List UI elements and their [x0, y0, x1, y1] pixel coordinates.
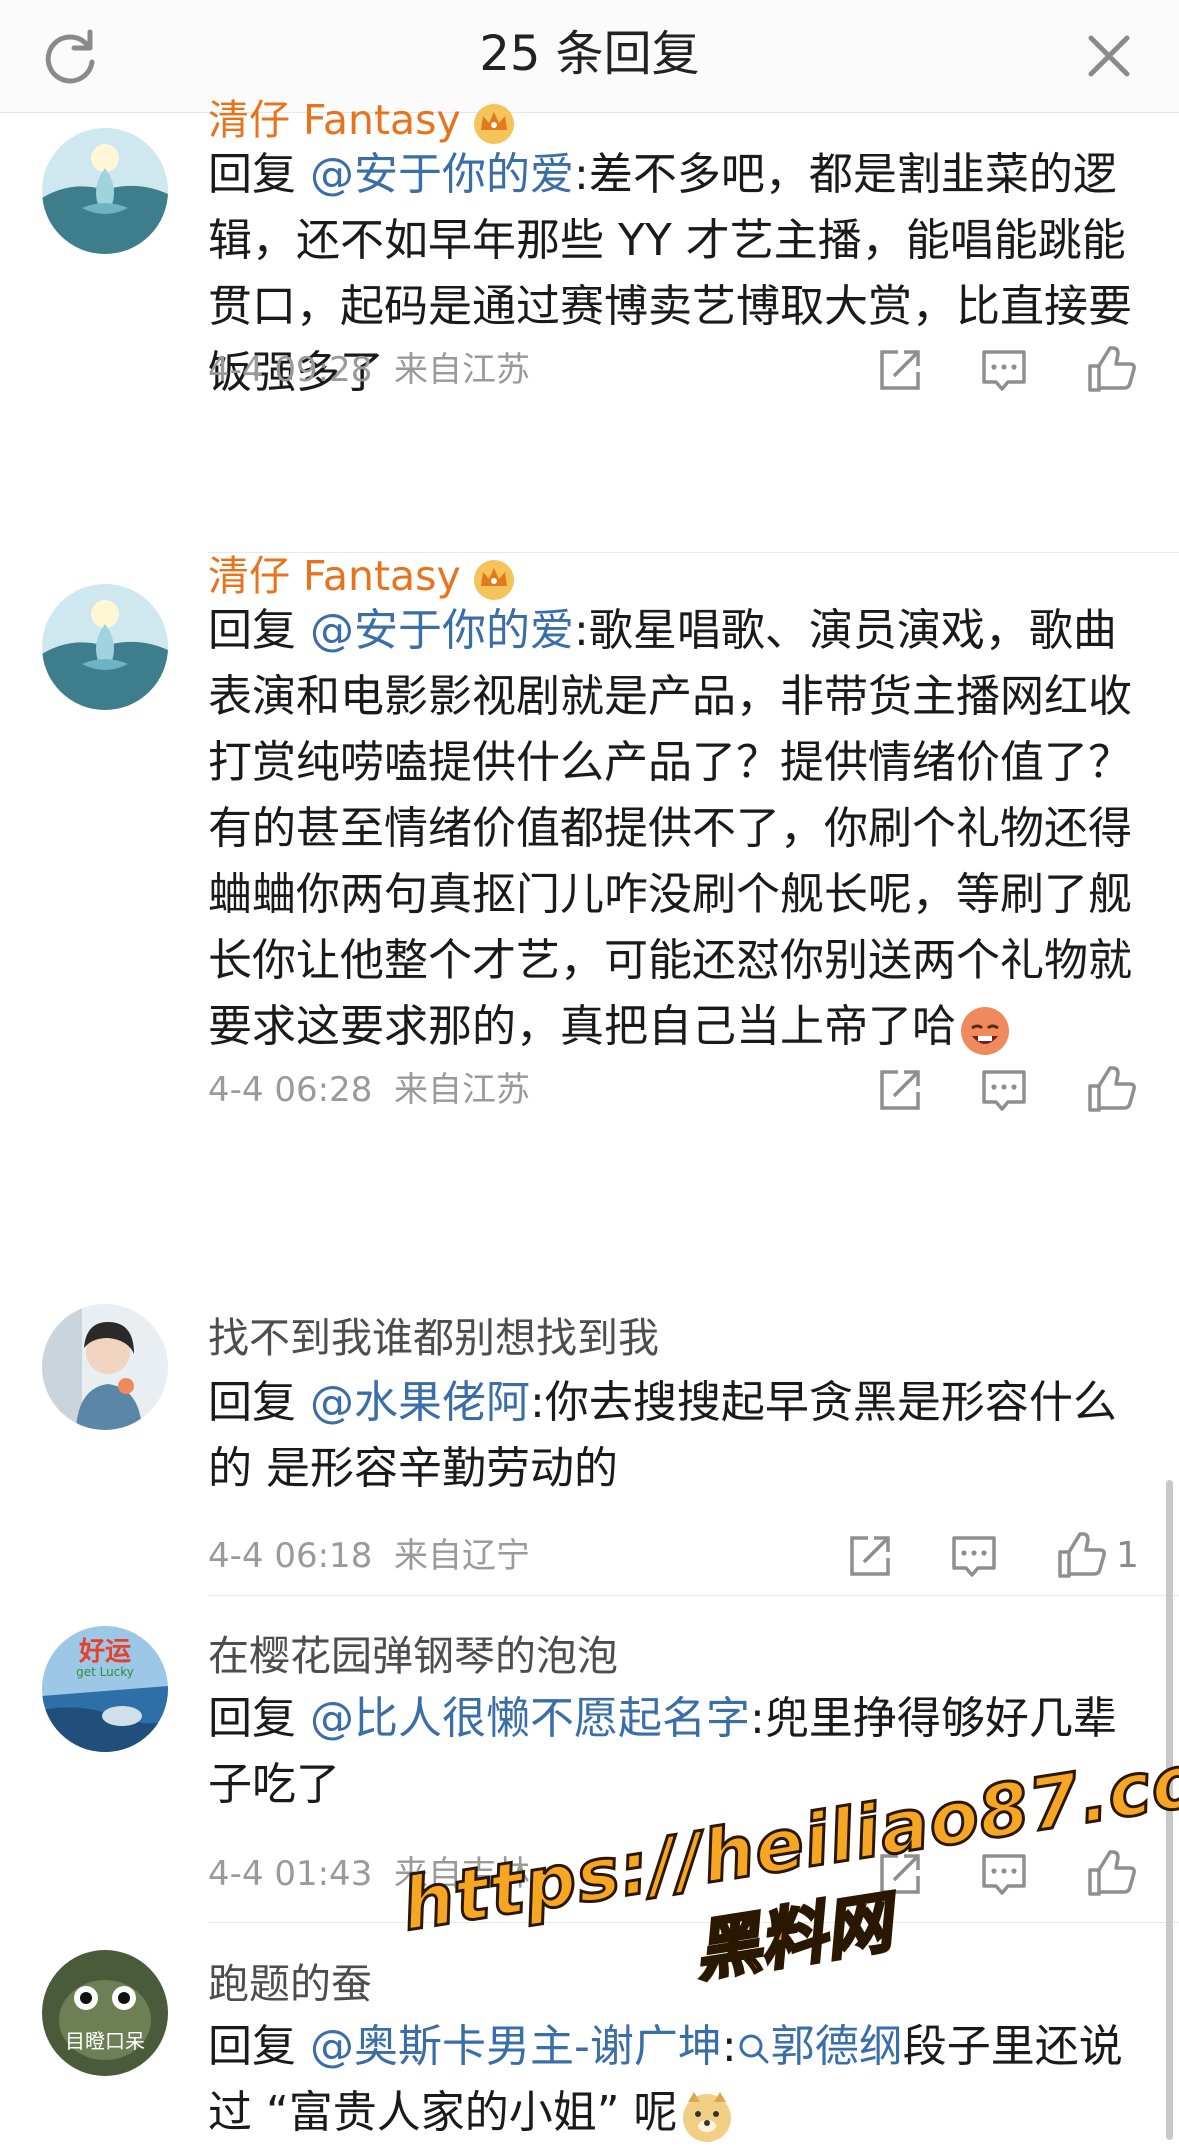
action-bar [870, 342, 1140, 398]
avatar[interactable] [42, 128, 168, 254]
like-icon[interactable] [1082, 1062, 1138, 1118]
username[interactable]: 跑题的蚕 [208, 1956, 372, 2012]
avatar[interactable]: 目瞪口呆 [42, 1950, 168, 2076]
share-icon[interactable] [872, 1062, 928, 1118]
badge-text-top: 好运 [78, 1637, 131, 1667]
comment-icon[interactable] [946, 1528, 1002, 1584]
comment-text: 回复 @奥斯卡男主-谢广坤: 郭德纲段子里还说过 “富贵人家的小姐” 呢 [208, 2014, 1138, 2146]
like-icon[interactable] [1052, 1528, 1108, 1584]
like-icon[interactable] [1082, 1846, 1138, 1902]
close-icon[interactable] [1077, 24, 1141, 88]
like-count: 1 [1116, 1535, 1139, 1576]
comment-meta: 4-4 06:28 来自江苏 [208, 1070, 530, 1110]
comment-meta: 4-4 06:18 来自辽宁 [208, 1536, 530, 1576]
action-bar: 1 [840, 1528, 1140, 1584]
username[interactable]: 找不到我谁都别想找到我 [208, 1310, 659, 1366]
username[interactable]: 清仔 Fantasy [208, 548, 517, 604]
mention-link[interactable]: @水果佬阿 [310, 1377, 530, 1428]
mention-link[interactable]: @安于你的爱 [310, 605, 574, 656]
divider [208, 1922, 1179, 1923]
comment-icon[interactable] [976, 1062, 1032, 1118]
mention-link[interactable]: @安于你的爱 [310, 149, 574, 200]
share-icon[interactable] [842, 1528, 898, 1584]
page-title: 25 条回复 [479, 26, 700, 82]
username[interactable]: 在樱花园弹钢琴的泡泡 [208, 1628, 618, 1684]
avatar[interactable]: 好运 get Lucky [42, 1626, 168, 1752]
divider [208, 1595, 1179, 1596]
scrollbar[interactable] [1166, 1480, 1173, 2140]
top-bar: 25 条回复 [0, 0, 1179, 113]
username[interactable]: 清仔 Fantasy [208, 92, 517, 148]
avatar[interactable] [42, 584, 168, 710]
share-icon[interactable] [872, 1846, 928, 1902]
search-topic-link[interactable]: 郭德纲 [737, 2021, 903, 2072]
comment-text: 回复 @水果佬阿:你去搜搜起早贪黑是形容什么的 是形容辛勤劳动的 [208, 1377, 1117, 1494]
comment-icon[interactable] [976, 342, 1032, 398]
like-icon[interactable] [1082, 342, 1138, 398]
laughing-emoji-icon [961, 1007, 1009, 1055]
comment-text: 回复 @安于你的爱:歌星唱歌、演员演戏，歌曲表演和电影影视剧就是产品，非带货主播… [208, 598, 1138, 1060]
avatar[interactable] [42, 1304, 168, 1430]
share-icon[interactable] [872, 342, 928, 398]
avatar-caption: 目瞪口呆 [65, 2029, 145, 2053]
comment-meta: 4-4 01:43 来自吉林 [208, 1854, 530, 1894]
action-bar [870, 1846, 1140, 1902]
comment-icon[interactable] [976, 1846, 1032, 1902]
search-icon [739, 2034, 769, 2064]
badge-text-bottom: get Lucky [76, 1665, 134, 1679]
comment-text: 回复 @比人很懒不愿起名字:兜里挣得够好几辈子吃了 [208, 1693, 1117, 1810]
crown-badge-icon [473, 560, 514, 600]
mention-link[interactable]: @比人很懒不愿起名字 [310, 1693, 750, 1744]
mention-link[interactable]: @奥斯卡男主-谢广坤 [310, 2021, 722, 2072]
action-bar [870, 1062, 1140, 1118]
doge-emoji-icon [682, 2092, 731, 2142]
comment-meta: 4-4 09:28 来自江苏 [208, 350, 530, 390]
crown-badge-icon [473, 104, 514, 144]
